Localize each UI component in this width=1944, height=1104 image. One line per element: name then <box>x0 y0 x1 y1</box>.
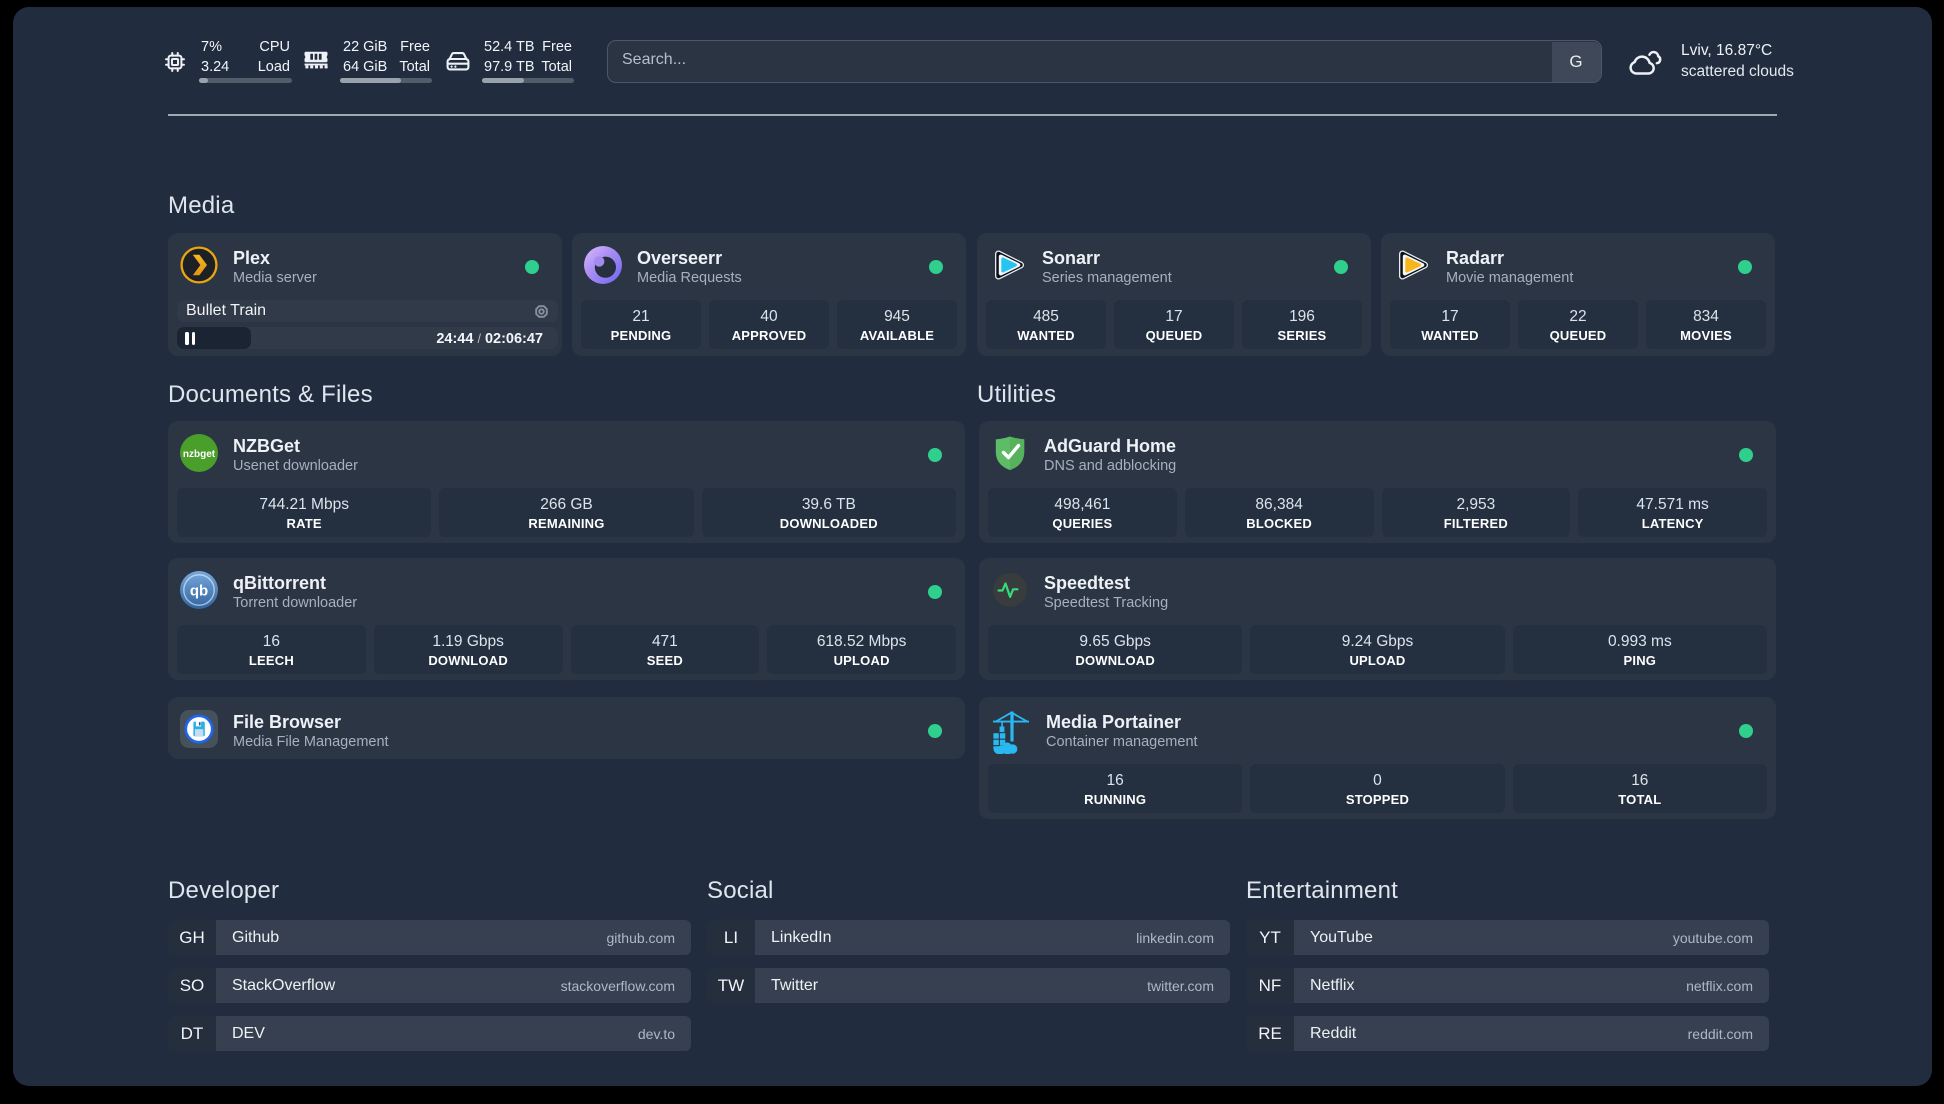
svg-text:qb: qb <box>190 583 208 600</box>
svg-text:nzbget: nzbget <box>183 449 216 460</box>
